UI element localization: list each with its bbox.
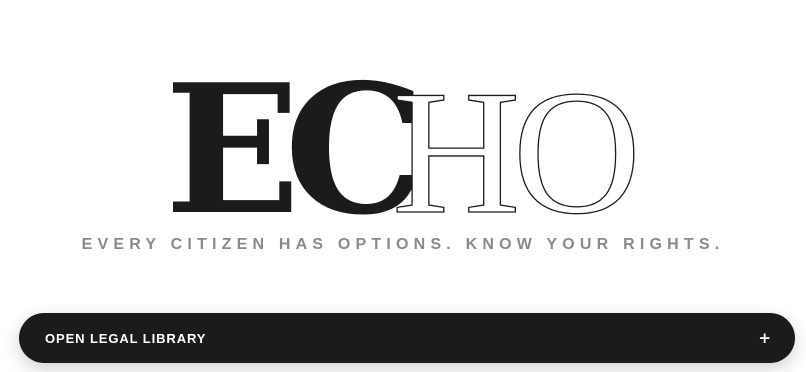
tagline: EVERY CITIZEN HAS OPTIONS. KNOW YOUR RIG…	[81, 236, 725, 253]
landing-page: EC HO EVERY CITIZEN HAS OPTIONS. KNOW YO…	[0, 0, 806, 372]
logo-outlined-letters: HO	[392, 64, 635, 234]
open-legal-library-button[interactable]: OPEN LEGAL LIBRARY +	[19, 313, 795, 363]
logo-filled-letters: EC	[165, 64, 418, 234]
echo-logo: EC HO	[0, 64, 806, 234]
plus-icon[interactable]: +	[758, 330, 771, 346]
library-button-label: OPEN LEGAL LIBRARY	[45, 330, 207, 346]
